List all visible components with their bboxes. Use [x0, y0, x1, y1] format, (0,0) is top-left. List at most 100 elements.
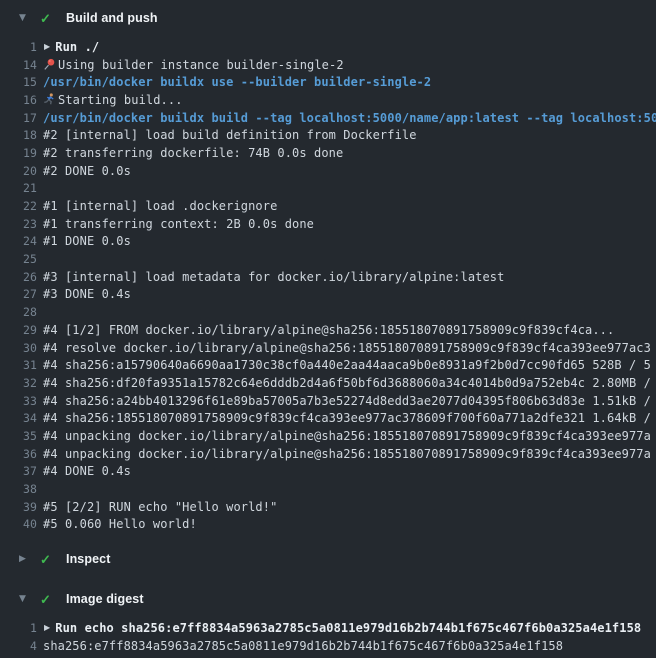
log-line: 35 #4 unpacking docker.io/library/alpine@…: [0, 427, 656, 445]
log-line-text: #4 sha256:df20fa9351a15782c64e6dddb2d4a6…: [43, 376, 656, 390]
line-number[interactable]: 31: [0, 358, 37, 372]
chevron-right-icon[interactable]: ▶: [44, 624, 50, 632]
log-line: 36 #4 unpacking docker.io/library/alpine@…: [0, 445, 656, 463]
chevron-right-icon[interactable]: ▶: [19, 555, 29, 564]
section-label: Inspect: [66, 552, 110, 566]
line-number[interactable]: 34: [0, 411, 37, 425]
log-line-text: #4 resolve docker.io/library/alpine@sha2…: [43, 341, 656, 355]
log-line: 22 #1 [internal] load .dockerignore: [0, 197, 656, 215]
log-line-text: /usr/bin/docker buildx build --tag local…: [43, 111, 656, 125]
section-header-build-and-push[interactable]: ▼ ✓ Build and push: [0, 4, 656, 32]
log-line-text: #4 sha256:185518070891758909c9f839cf4ca3…: [43, 411, 656, 425]
log-line-text: #4 [1/2] FROM docker.io/library/alpine@s…: [43, 323, 656, 337]
check-icon: ✓: [40, 553, 53, 566]
section-label: Image digest: [66, 592, 144, 606]
log-line: 28: [0, 303, 656, 321]
log-line: 24 #1 DONE 0.0s: [0, 233, 656, 251]
line-number[interactable]: 40: [0, 517, 37, 531]
log-line: 21: [0, 180, 656, 198]
log-line: 29 #4 [1/2] FROM docker.io/library/alpine…: [0, 321, 656, 339]
line-number[interactable]: 22: [0, 199, 37, 213]
line-number[interactable]: 18: [0, 128, 37, 142]
log-line-text: Run echo sha256:e7ff8834a5963a2785c5a081…: [55, 621, 656, 635]
log-line-text: #3 DONE 0.4s: [43, 287, 656, 301]
line-number[interactable]: 1: [0, 621, 37, 635]
log-line: 15/usr/bin/docker buildx use --builder b…: [0, 73, 656, 91]
section-log-content: 1 ▶ Run echo sha256:e7ff8834a5963a2785c5a0…: [0, 613, 656, 654]
log-line: 31 #4 sha256:a15790640a6690aa1730c38cf0a4…: [0, 356, 656, 374]
log-line-text: /usr/bin/docker buildx use --builder bui…: [43, 75, 656, 89]
line-number[interactable]: 30: [0, 341, 37, 355]
log-line-text: #1 DONE 0.0s: [43, 234, 656, 248]
log-line-text: Starting build...: [58, 93, 656, 107]
log-line-text: #3 [internal] load metadata for docker.i…: [43, 270, 656, 284]
log-line: 38: [0, 480, 656, 498]
log-line: 17/usr/bin/docker buildx build --tag loc…: [0, 109, 656, 127]
chevron-down-icon[interactable]: ▼: [19, 595, 29, 604]
section-log-content: 1▶Run ./14Using builder instance builder…: [0, 32, 656, 533]
line-number[interactable]: 1: [0, 40, 37, 54]
chevron-right-icon[interactable]: ▶: [44, 43, 50, 51]
line-number[interactable]: 23: [0, 217, 37, 231]
section-label: Build and push: [66, 11, 158, 25]
log-section-inspect: ▶ ✓ Inspect: [0, 545, 656, 573]
line-number[interactable]: 28: [0, 305, 37, 319]
log-line-text: #1 [internal] load .dockerignore: [43, 199, 656, 213]
line-number[interactable]: 24: [0, 234, 37, 248]
log-line-text: #4 unpacking docker.io/library/alpine@sh…: [43, 429, 656, 443]
log-section-build-and-push: ▼✓Build and push1▶Run ./14Using builder …: [0, 4, 656, 533]
log-line: 40 #5 0.060 Hello world!: [0, 516, 656, 534]
line-number[interactable]: 16: [0, 93, 37, 107]
line-number[interactable]: 21: [0, 181, 37, 195]
section-header-inspect[interactable]: ▶ ✓ Inspect: [0, 545, 656, 573]
log-line: 27 #3 DONE 0.4s: [0, 286, 656, 304]
log-line: 26 #3 [internal] load metadata for docker…: [0, 268, 656, 286]
line-number[interactable]: 17: [0, 111, 37, 125]
check-icon: ✓: [40, 12, 53, 25]
line-number[interactable]: 32: [0, 376, 37, 390]
log-line-text: #4 sha256:a24bb4013296f61e89ba57005a7b3e…: [43, 394, 656, 408]
line-number[interactable]: 39: [0, 500, 37, 514]
line-number[interactable]: 35: [0, 429, 37, 443]
log-line-text: #5 0.060 Hello world!: [43, 517, 656, 531]
log-line: 34 #4 sha256:185518070891758909c9f839cf4c…: [0, 409, 656, 427]
line-number[interactable]: 37: [0, 464, 37, 478]
line-number[interactable]: 38: [0, 482, 37, 496]
log-line-text: #4 DONE 0.4s: [43, 464, 656, 478]
log-line-text: sha256:e7ff8834a5963a2785c5a0811e979d16b…: [43, 639, 656, 653]
log-line-text: #4 sha256:a15790640a6690aa1730c38cf0a440…: [43, 358, 656, 372]
log-line-text: #4 unpacking docker.io/library/alpine@sh…: [43, 447, 656, 461]
log-line: 37 #4 DONE 0.4s: [0, 463, 656, 481]
line-number[interactable]: 26: [0, 270, 37, 284]
log-section-image-digest: ▼ ✓ Image digest 1 ▶ Run echo sha256:e7ff8834…: [0, 585, 656, 654]
section-header-image-digest[interactable]: ▼ ✓ Image digest: [0, 585, 656, 613]
runner-icon: [43, 93, 56, 106]
check-icon: ✓: [40, 593, 53, 606]
log-line-text: Using builder instance builder-single-2: [58, 58, 656, 72]
log-line-text: #2 transferring dockerfile: 74B 0.0s don…: [43, 146, 656, 160]
line-number[interactable]: 15: [0, 75, 37, 89]
log-line-text: #5 [2/2] RUN echo "Hello world!": [43, 500, 656, 514]
log-line: 4 sha256:e7ff8834a5963a2785c5a0811e979d16…: [0, 637, 656, 655]
log-line-text: #2 DONE 0.0s: [43, 164, 656, 178]
log-line: 1 ▶ Run echo sha256:e7ff8834a5963a2785c5a0…: [0, 619, 656, 637]
log-line: 19 #2 transferring dockerfile: 74B 0.0s d…: [0, 144, 656, 162]
workflow-log: ▼✓Build and push1▶Run ./14Using builder …: [0, 4, 656, 655]
log-line: 16 Starting build...: [0, 91, 656, 109]
line-number[interactable]: 4: [0, 639, 37, 653]
line-number[interactable]: 36: [0, 447, 37, 461]
line-number[interactable]: 29: [0, 323, 37, 337]
log-line: 14 Using builder instance builder-single-…: [0, 56, 656, 74]
line-number[interactable]: 33: [0, 394, 37, 408]
line-number[interactable]: 19: [0, 146, 37, 160]
line-number[interactable]: 20: [0, 164, 37, 178]
line-number[interactable]: 14: [0, 58, 37, 72]
log-line: 30 #4 resolve docker.io/library/alpine@sh…: [0, 339, 656, 357]
line-number[interactable]: 27: [0, 287, 37, 301]
log-line: 32 #4 sha256:df20fa9351a15782c64e6dddb2d4…: [0, 374, 656, 392]
log-line: 25: [0, 250, 656, 268]
pushpin-icon: [43, 58, 56, 71]
line-number[interactable]: 25: [0, 252, 37, 266]
chevron-down-icon[interactable]: ▼: [19, 14, 29, 23]
log-line: 39 #5 [2/2] RUN echo "Hello world!": [0, 498, 656, 516]
